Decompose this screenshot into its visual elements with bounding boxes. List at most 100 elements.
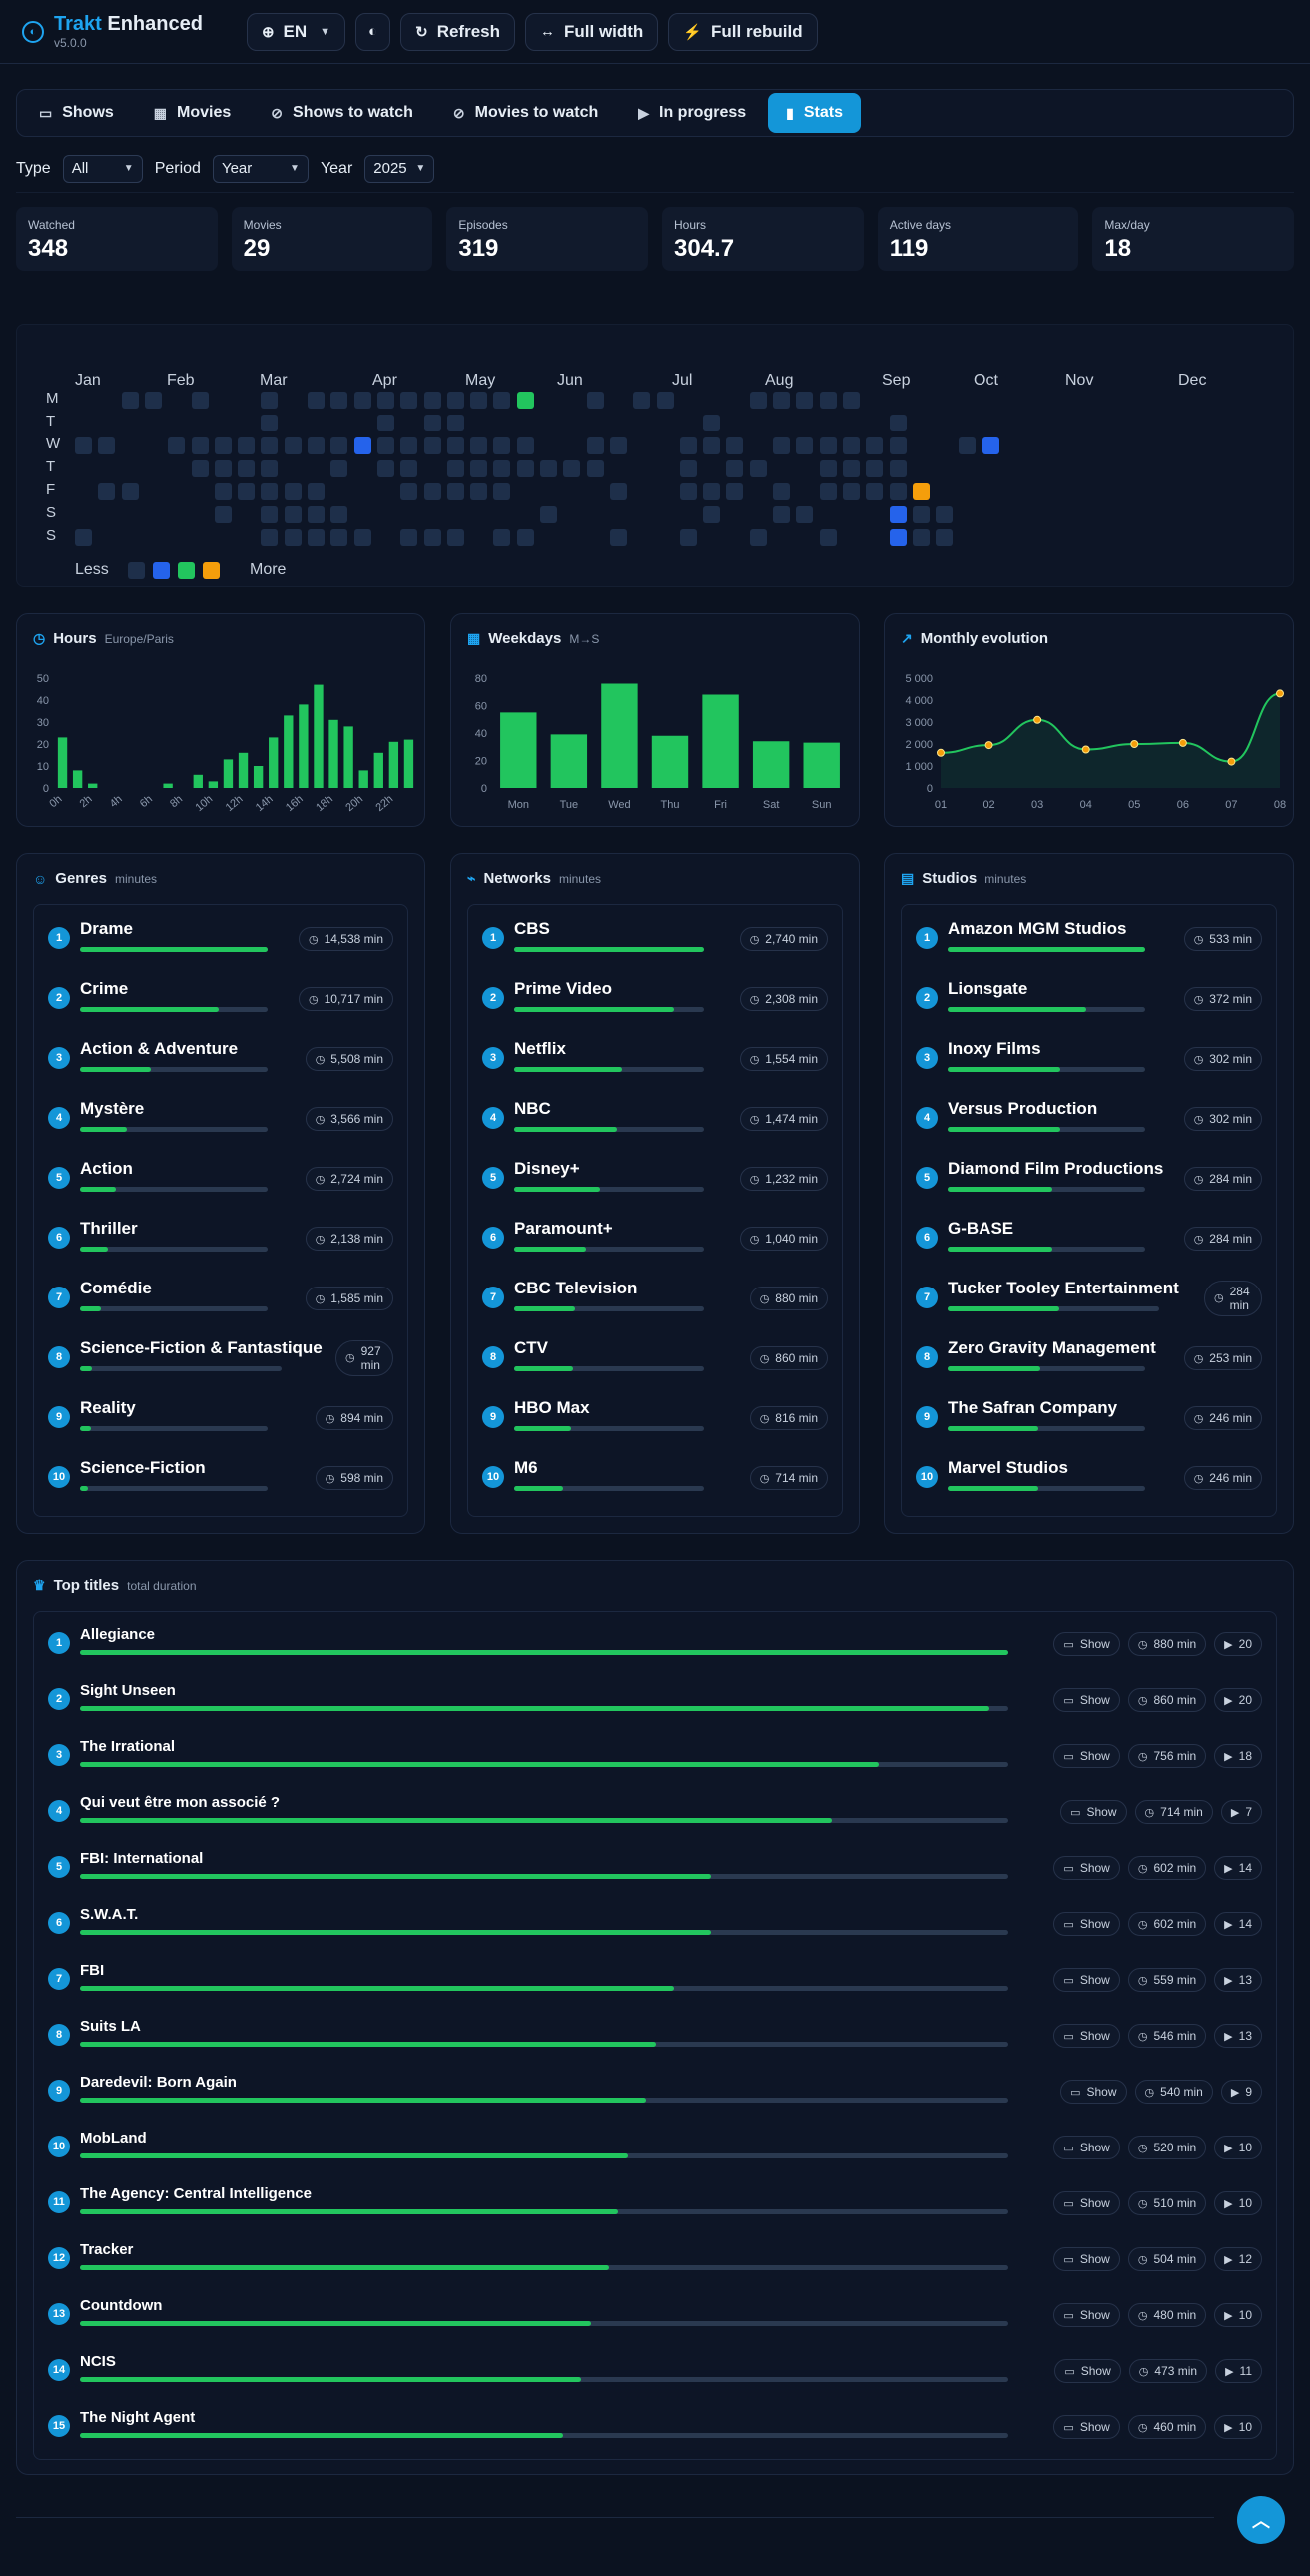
minutes-value: 927 min [360,1344,381,1372]
rank-bar-fill [514,1247,587,1252]
title-bar-fill [80,1650,1008,1655]
heatmap-cell [353,437,371,454]
rank-badge: 7 [482,1287,504,1308]
heatmap-cell [656,392,674,409]
heatmap-cell [493,529,511,546]
heatmap-cell [493,392,511,409]
ranked-row: 2 Lionsgate ◷ 372 min [916,973,1262,1025]
clock-icon: ◷ [1137,2197,1148,2210]
duration-pill: ◷ 880 min [1127,1632,1207,1656]
title-name: FBI [80,1962,105,1979]
rank-badge: 6 [48,1227,70,1249]
full-width-button[interactable]: ↔ Full width [525,12,659,51]
kpi-label: Movies [243,218,282,232]
type-value: All [71,160,89,177]
play-icon: ▶ [1230,1806,1240,1819]
clock-icon: ◷ [325,1412,335,1425]
card-subtitle: total duration [127,1578,197,1593]
language-select[interactable]: ⊕ EN ▼ [246,12,346,51]
theme-toggle-button[interactable]: ◐ [355,12,391,51]
play-circle-icon: ▶ [638,104,650,121]
title-meta: ▭ Show ◷ 540 min ▶ 9 [1060,2080,1262,2104]
rank-badge: 2 [48,987,70,1009]
rank-badge: 4 [916,1107,938,1129]
period-select[interactable]: Year ▼ [212,154,309,183]
minutes-pill: ◷ 880 min [749,1287,828,1310]
minutes-pill: ◷ 860 min [749,1346,828,1370]
year-select[interactable]: 2025 ▼ [364,154,435,183]
heatmap-cell [842,437,860,454]
rank-bar-fill [514,1127,617,1132]
rank-bar [948,1247,1145,1252]
heatmap-cell [493,437,511,454]
tab-shows-to-watch[interactable]: ⊘ Shows to watch [253,93,431,133]
plays-value: 7 [1245,1805,1252,1819]
bar [208,781,219,788]
rank-bar-fill [514,1486,564,1491]
rank-badge: 8 [916,1346,938,1368]
kind-pill: ▭ Show [1053,2247,1120,2271]
tv-icon: ▭ [1063,1862,1074,1875]
x-tick-label: 2h [78,793,95,810]
heatmap-cell [214,506,232,523]
title-bar-fill [80,1930,712,1935]
heatmap-month-label: Jun [557,372,583,389]
minutes-value: 284 min [1229,1285,1250,1312]
minutes-pill: ◷ 598 min [315,1466,393,1490]
rank-name: Drame [80,919,133,938]
tab-in-progress[interactable]: ▶ In progress [620,93,764,133]
heatmap-cell [703,483,721,500]
duration-value: 504 min [1153,2252,1197,2266]
type-select[interactable]: All ▼ [62,154,143,183]
minutes-pill: ◷ 816 min [749,1406,828,1430]
rank-badge: 4 [482,1107,504,1129]
plays-value: 13 [1238,2029,1252,2043]
bar [223,759,234,788]
heatmap-month-label: Apr [372,372,397,389]
heatmap-cell [330,506,348,523]
ranked-row: 4 NBC ◷ 1,474 min [482,1093,828,1145]
chevron-down-icon: ▼ [415,163,426,174]
heatmap-cell [609,483,627,500]
tab-label: Movies [177,104,232,121]
kpi-episodes: Episodes 319 [446,207,649,271]
x-tick-label: Sat [763,799,780,811]
rank-bar [948,1366,1145,1371]
x-tick-label: 20h [343,793,365,814]
tab-movies[interactable]: ▦ Movies [136,93,249,133]
kpi-row: Watched 348 Movies 29 Episodes 319 Hours 304… [16,207,1295,271]
heatmap-cell [540,506,557,523]
rank-name: CBC Television [514,1279,638,1297]
heatmap-cell [423,415,441,431]
rank-name: Inoxy Films [948,1039,1041,1058]
bar [358,770,368,788]
kind-pill: ▭ Show [1053,2303,1120,2327]
heatmap-cell [284,529,302,546]
bar [803,742,840,788]
kpi-label: Episodes [458,218,508,232]
scroll-to-top-button[interactable]: ︿ [1237,2496,1285,2544]
rank-badge: 4 [48,1800,70,1822]
ranked-row: 1 Drame ◷ 14,538 min [48,913,393,965]
tab-stats[interactable]: ▮ Stats [768,93,861,133]
studios-list: 1 Amazon MGM Studios ◷ 533 min 2 Lionsgate ◷ 37… [901,904,1277,1517]
clock-icon: ◷ [749,1053,760,1066]
heatmap-cell [423,392,441,409]
full-rebuild-button[interactable]: ⚡ Full rebuild [668,12,818,51]
rank-name: Action & Adventure [80,1039,239,1058]
clock-icon: ◷ [1193,1352,1204,1365]
ranked-row: 8 CTV ◷ 860 min [482,1332,828,1384]
bar [651,735,689,788]
play-icon: ▶ [1224,1918,1233,1931]
rank-name: Science-Fiction & Fantastique [80,1338,323,1357]
rank-name: HBO Max [514,1398,590,1417]
y-tick-label: 0 [481,783,487,795]
clock-icon: ◷ [759,1292,770,1305]
rank-name: Zero Gravity Management [948,1338,1156,1357]
tab-movies-to-watch[interactable]: ⊘ Movies to watch [435,93,616,133]
refresh-button[interactable]: ↻ Refresh [400,12,515,51]
minutes-pill: ◷ 246 min [1183,1406,1262,1430]
tab-shows[interactable]: ▭ Shows [21,93,132,133]
kind-label: Show [1086,1805,1117,1819]
clock-icon: ◷ [1137,1918,1148,1931]
